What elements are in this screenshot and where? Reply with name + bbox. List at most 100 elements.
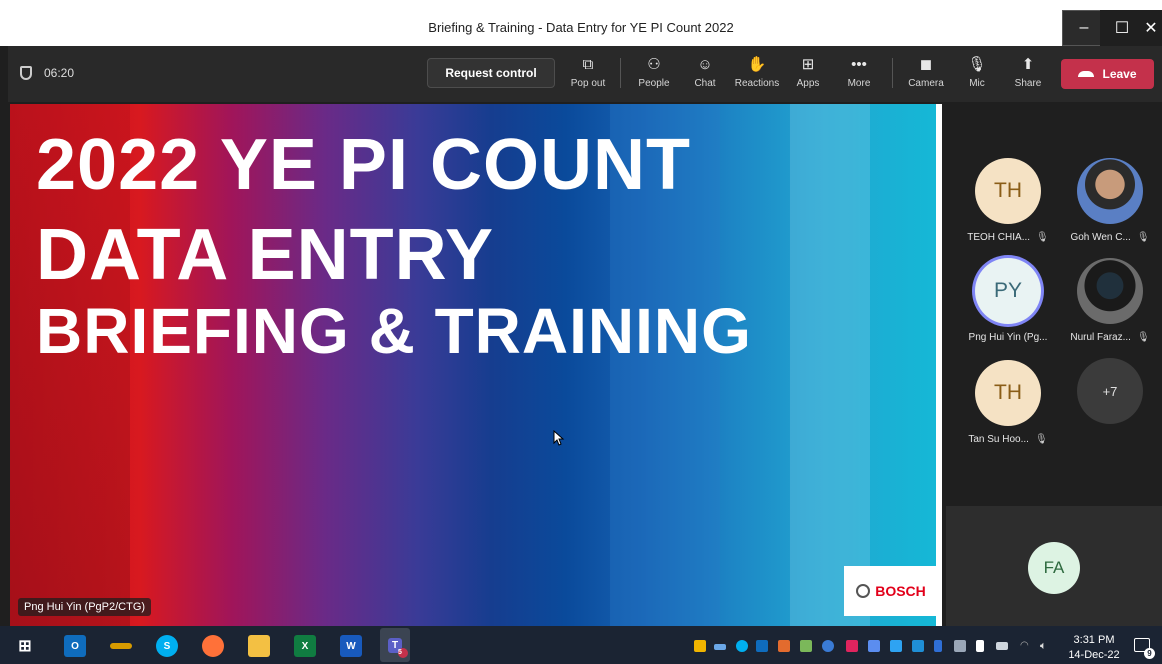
slide-edge — [936, 104, 942, 626]
more-participants-button[interactable]: +7 — [1060, 358, 1160, 424]
tray-app-icon[interactable] — [846, 640, 858, 652]
reactions-label: Reactions — [734, 78, 780, 89]
timer-text: 06:20 — [44, 66, 75, 80]
meeting-timer: 06:20 — [20, 66, 74, 80]
volume-icon[interactable]: 🔈︎ — [1040, 640, 1052, 652]
pop-out-label: Pop out — [570, 78, 606, 89]
teams-taskbar-button[interactable]: T 5 — [380, 628, 410, 662]
participant-name: Tan Su Hoo... 🎙︎ — [958, 434, 1058, 445]
apps-label: Apps — [796, 78, 820, 89]
camera-label: Camera — [908, 78, 944, 89]
clock-time: 3:31 PM — [1073, 634, 1115, 646]
onedrive-icon[interactable] — [714, 644, 726, 650]
participant-tile[interactable]: TH Tan Su Hoo... 🎙︎ — [958, 360, 1058, 445]
meeting-toolbar: 06:20 Request control ⧉ Pop out ⚇ People… — [8, 46, 1162, 102]
file-explorer-icon[interactable] — [248, 635, 270, 657]
leave-label: Leave — [1102, 67, 1137, 81]
pop-out-icon: ⧉ — [582, 56, 594, 73]
share-icon: ⬆ — [1021, 56, 1035, 73]
pen-icon[interactable] — [110, 643, 132, 649]
chat-button[interactable]: ☺ Chat — [680, 54, 730, 89]
system-clock[interactable]: 3:31 PM 14-Dec-22 — [1064, 633, 1124, 663]
title-bar: Briefing & Training - Data Entry for YE … — [0, 0, 1162, 46]
tray-skype-icon[interactable] — [736, 640, 748, 652]
participant-name-text: Tan Su Hoo... — [968, 434, 1029, 445]
participant-name: TEOH CHIA... 🎙︎ — [958, 232, 1058, 243]
outlook-icon[interactable]: O — [64, 635, 86, 657]
reactions-button[interactable]: ✋ Reactions — [732, 54, 782, 89]
camera-button[interactable]: ◼︎ Camera — [901, 54, 951, 89]
close-button[interactable]: ✕ — [1136, 10, 1162, 46]
mic-off-icon: 🎙︎ — [1034, 434, 1048, 445]
toolbar-divider — [620, 58, 621, 88]
self-participant[interactable]: FA — [1004, 542, 1104, 594]
tray-app-icon[interactable] — [822, 640, 834, 652]
participant-name-text: Goh Wen C... — [1070, 232, 1131, 243]
reactions-icon: ✋ — [747, 56, 767, 73]
slide-title-line-3: BRIEFING & TRAINING — [36, 295, 752, 367]
share-button[interactable]: ⬆ Share — [1003, 54, 1053, 89]
firefox-icon[interactable] — [202, 635, 224, 657]
camera-off-icon: ◼︎ — [919, 56, 933, 73]
participant-name: Png Hui Yin (Pg... — [958, 332, 1058, 343]
participant-tile[interactable]: Goh Wen C... 🎙︎ — [1060, 158, 1160, 243]
mic-off-icon: 🎙︎ — [1036, 232, 1049, 243]
slide-title-line-1: 2022 YE PI COUNT — [36, 125, 691, 205]
avatar: TH — [975, 360, 1041, 426]
usb-icon[interactable] — [976, 640, 984, 652]
mic-label: Mic — [969, 78, 985, 89]
excel-icon[interactable]: X — [294, 635, 316, 657]
request-control-button[interactable]: Request control — [427, 58, 555, 88]
more-icon: ••• — [851, 56, 867, 73]
word-icon[interactable]: W — [340, 635, 362, 657]
shared-screen: 2022 YE PI COUNT DATA ENTRY BRIEFING & T… — [10, 104, 936, 626]
participant-tile[interactable]: TH TEOH CHIA... 🎙︎ — [958, 158, 1058, 243]
window-title: Briefing & Training - Data Entry for YE … — [428, 20, 734, 35]
chat-label: Chat — [694, 78, 716, 89]
tray-app-icon[interactable] — [868, 640, 880, 652]
tray-app-icon[interactable] — [778, 640, 790, 652]
participant-name-text: Png Hui Yin (Pg... — [968, 332, 1048, 343]
participant-name: Nurul Faraz... 🎙︎ — [1060, 332, 1160, 343]
self-view-tile: FA — [946, 506, 1162, 626]
apps-icon: ⊞ — [801, 56, 815, 73]
people-icon: ⚇ — [647, 56, 661, 73]
avatar: PY — [975, 258, 1041, 324]
share-label: Share — [1014, 78, 1042, 89]
tray-app-icon[interactable] — [800, 640, 812, 652]
wifi-icon[interactable]: ◠ — [1020, 640, 1032, 652]
pop-out-button[interactable]: ⧉ Pop out — [563, 54, 613, 89]
people-label: People — [638, 78, 670, 89]
leave-button[interactable]: Leave — [1061, 59, 1154, 89]
mic-button[interactable]: 🎙︎ Mic — [952, 54, 1002, 89]
mouse-cursor-icon — [553, 430, 565, 446]
notification-count: 9 — [1144, 648, 1155, 659]
shield-icon — [20, 66, 32, 80]
participant-tile[interactable]: Nurul Faraz... 🎙︎ — [1060, 258, 1160, 343]
tray-app-icon[interactable] — [912, 640, 924, 652]
teams-badge: 5 — [398, 648, 408, 658]
tray-shield-icon[interactable] — [694, 640, 706, 652]
mic-off-icon: 🎙︎ — [1136, 332, 1150, 343]
avatar — [1077, 158, 1143, 224]
participant-name-text: Nurul Faraz... — [1070, 332, 1131, 343]
tray-app-icon[interactable] — [954, 640, 966, 652]
avatar: FA — [1028, 542, 1080, 594]
bluetooth-icon[interactable] — [934, 640, 942, 652]
battery-icon[interactable] — [996, 642, 1008, 650]
toolbar-divider — [892, 58, 893, 88]
windows-taskbar: ⊞ O S X W T 5 ◠ 🔈︎ 3:31 PM 14-Dec-22 9 — [0, 626, 1162, 664]
skype-icon[interactable]: S — [156, 635, 178, 657]
participant-tile[interactable]: PY Png Hui Yin (Pg... — [958, 258, 1058, 343]
mic-off-icon: 🎙︎ — [1136, 232, 1150, 243]
presenter-name-tag: Png Hui Yin (PgP2/CTG) — [18, 598, 152, 616]
more-button[interactable]: ••• More — [834, 54, 884, 89]
mic-off-icon: 🎙︎ — [967, 56, 987, 73]
tray-app-icon[interactable] — [890, 640, 902, 652]
participant-name: Goh Wen C... 🎙︎ — [1060, 232, 1160, 243]
apps-button[interactable]: ⊞ Apps — [783, 54, 833, 89]
windows-start-icon[interactable]: ⊞ — [14, 635, 36, 657]
people-button[interactable]: ⚇ People — [629, 54, 679, 89]
chat-icon: ☺ — [697, 56, 713, 73]
tray-outlook-icon[interactable] — [756, 640, 768, 652]
